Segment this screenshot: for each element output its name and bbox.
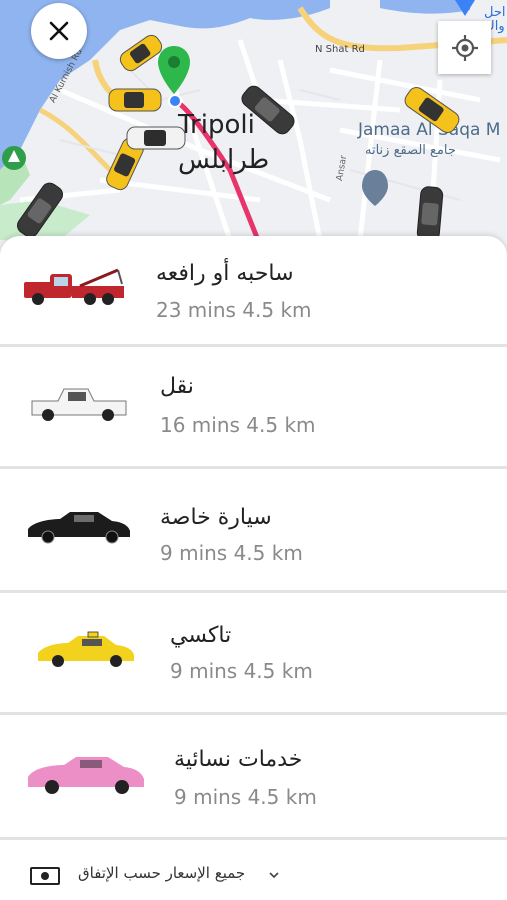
ride-option-name: نقل xyxy=(160,374,194,399)
ride-option-eta: 16 mins 4.5 km xyxy=(160,413,316,437)
ride-option-private[interactable]: سيارة خاصة 9 mins 4.5 km xyxy=(0,469,507,593)
pickup-truck-icon xyxy=(31,388,127,421)
crosshair-icon xyxy=(451,34,478,61)
road-label: N Shat Rd xyxy=(315,44,365,55)
close-icon xyxy=(49,21,69,41)
close-button[interactable] xyxy=(31,3,87,59)
city-label-en: Tripoli xyxy=(178,110,255,140)
ride-option-name: سيارة خاصة xyxy=(160,505,272,530)
ride-options-sheet: ساحبه أو رافعه 23 mins 4.5 km نقل 16 min… xyxy=(0,236,507,900)
ride-option-eta: 9 mins 4.5 km xyxy=(174,785,317,809)
ride-option-women[interactable]: خدمات نسائية 9 mins 4.5 km xyxy=(0,715,507,840)
ride-option-name: خدمات نسائية xyxy=(174,747,303,772)
ride-option-name: ساحبه أو رافعه xyxy=(156,261,294,286)
ride-option-transport[interactable]: نقل 16 mins 4.5 km xyxy=(0,347,507,469)
black-sedan-icon xyxy=(28,512,130,544)
cash-icon xyxy=(30,867,60,885)
ride-option-eta: 9 mins 4.5 km xyxy=(160,541,303,565)
pricing-note: جميع الإسعار حسب الإتفاق xyxy=(78,864,246,882)
ride-option-tow[interactable]: ساحبه أو رافعه 23 mins 4.5 km xyxy=(0,236,507,347)
chevron-down-icon xyxy=(269,872,279,879)
black-car-icon xyxy=(416,186,444,242)
yellow-taxi-icon xyxy=(38,631,134,667)
ride-option-eta: 9 mins 4.5 km xyxy=(170,659,313,683)
payment-selector[interactable]: جميع الإسعار حسب الإتفاق xyxy=(0,840,507,900)
white-car-icon xyxy=(126,126,186,150)
my-location-button[interactable] xyxy=(438,21,491,74)
ride-option-taxi[interactable]: تاكسي 9 mins 4.5 km xyxy=(0,593,507,715)
taxi-car-icon xyxy=(108,88,162,112)
ride-option-eta: 23 mins 4.5 km xyxy=(156,298,312,322)
pink-sedan-icon xyxy=(28,757,144,794)
tow-truck-icon xyxy=(24,268,124,305)
mosque-label-ar: جامع الصقع زناته xyxy=(365,143,456,158)
ride-option-name: تاكسي xyxy=(170,623,232,648)
city-label-ar: طرابلس xyxy=(178,145,270,175)
